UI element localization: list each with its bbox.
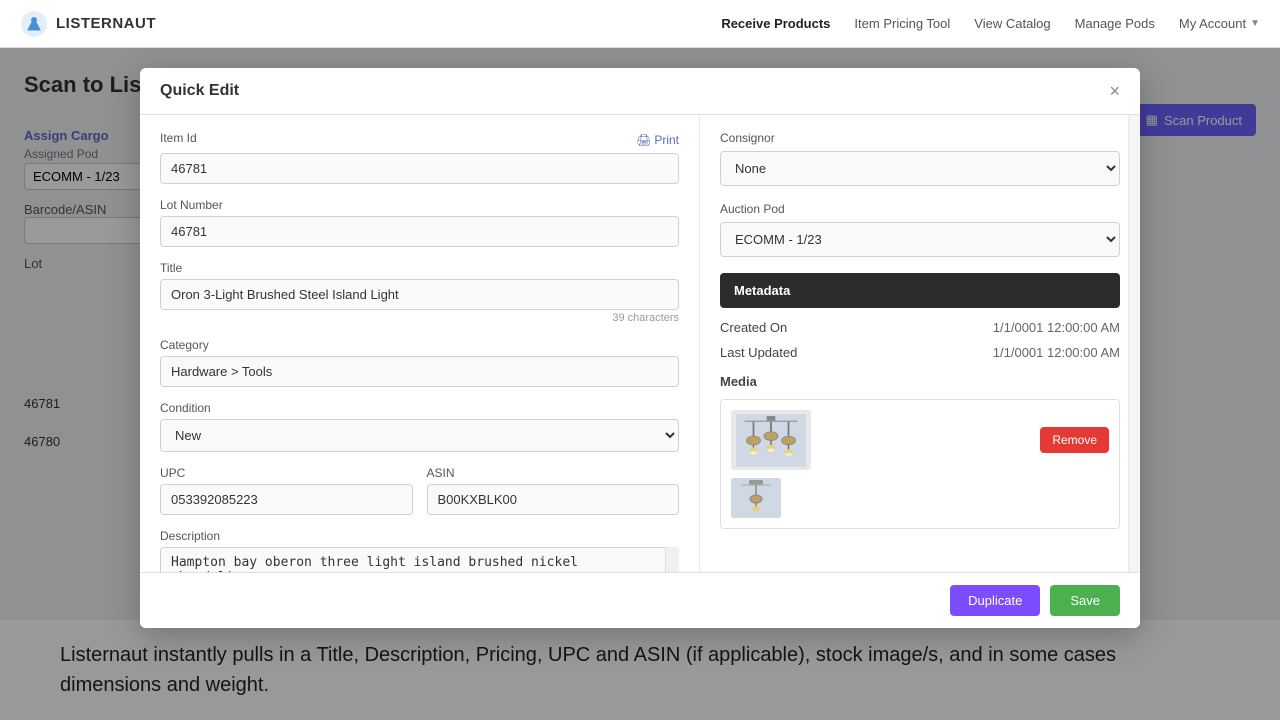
nav-links: Receive Products Item Pricing Tool View … — [721, 16, 1260, 31]
auction-pod-label: Auction Pod — [720, 202, 1120, 216]
page-background: Scan to List Assign Cargo Assigned Pod ▲… — [0, 48, 1280, 720]
media-item-2 — [731, 478, 1109, 518]
condition-label: Condition — [160, 401, 679, 415]
print-link[interactable]: 🖨 Print — [636, 133, 679, 147]
description-label: Description — [160, 529, 679, 543]
category-group: Category — [160, 338, 679, 387]
asin-label: ASIN — [427, 466, 680, 480]
metadata-header: Metadata — [720, 273, 1120, 308]
description-wrapper: Hampton bay oberon three light island br… — [160, 547, 679, 572]
consignor-group: Consignor None — [720, 131, 1120, 186]
remove-button[interactable]: Remove — [1040, 427, 1109, 453]
nav-account[interactable]: My Account ▼ — [1179, 16, 1260, 31]
upc-group: UPC — [160, 466, 413, 515]
created-on-value: 1/1/0001 12:00:00 AM — [993, 320, 1120, 335]
media-item-1: Remove — [731, 410, 1109, 470]
media-thumb-2-img — [731, 478, 781, 518]
media-container: Remove — [720, 399, 1120, 529]
media-label: Media — [720, 374, 1120, 389]
chevron-down-icon: ▼ — [1250, 18, 1260, 29]
lot-number-label: Lot Number — [160, 198, 679, 212]
auction-pod-group: Auction Pod ECOMM - 1/23 — [720, 202, 1120, 257]
item-id-label: Item Id — [160, 131, 197, 145]
description-textarea[interactable]: Hampton bay oberon three light island br… — [160, 547, 679, 572]
right-scrollbar — [1128, 115, 1140, 572]
auction-pod-select[interactable]: ECOMM - 1/23 — [720, 222, 1120, 257]
asin-input[interactable] — [427, 484, 680, 515]
top-nav: LISTERNAUT Receive Products Item Pricing… — [0, 0, 1280, 48]
logo-text: LISTERNAUT — [56, 15, 156, 32]
nav-view-catalog[interactable]: View Catalog — [974, 16, 1050, 31]
consignor-label: Consignor — [720, 131, 1120, 145]
save-button[interactable]: Save — [1050, 585, 1120, 616]
print-label: Print — [654, 133, 679, 147]
item-id-header: Item Id 🖨 Print — [160, 131, 679, 149]
nav-account-label: My Account — [1179, 16, 1246, 31]
condition-group: Condition New Like New Good Fair Poor — [160, 401, 679, 452]
last-updated-label: Last Updated — [720, 345, 797, 360]
media-thumb-1 — [731, 410, 811, 470]
media-section: Media — [720, 374, 1120, 529]
lot-number-input[interactable] — [160, 216, 679, 247]
modal-overlay: Quick Edit × Item Id 🖨 Print — [0, 48, 1280, 720]
light-image — [736, 413, 806, 468]
print-icon: 🖨 — [636, 133, 651, 147]
textarea-scrollbar — [665, 547, 679, 572]
item-id-input[interactable] — [160, 153, 679, 184]
upc-input[interactable] — [160, 484, 413, 515]
modal-body: Item Id 🖨 Print Lot Number — [140, 115, 1140, 572]
char-count: 39 characters — [160, 312, 679, 324]
logo-icon — [20, 10, 48, 38]
lot-number-group: Lot Number — [160, 198, 679, 247]
asin-group: ASIN — [427, 466, 680, 515]
media-thumb-2 — [731, 478, 781, 518]
modal-header: Quick Edit × — [140, 68, 1140, 115]
modal-close-button[interactable]: × — [1109, 82, 1120, 100]
nav-manage-pods[interactable]: Manage Pods — [1075, 16, 1155, 31]
title-label: Title — [160, 261, 679, 275]
consignor-select[interactable]: None — [720, 151, 1120, 186]
last-updated-value: 1/1/0001 12:00:00 AM — [993, 345, 1120, 360]
created-on-label: Created On — [720, 320, 787, 335]
modal-left-panel: Item Id 🖨 Print Lot Number — [140, 115, 700, 572]
created-on-row: Created On 1/1/0001 12:00:00 AM — [720, 320, 1120, 335]
item-id-group: Item Id 🖨 Print — [160, 131, 679, 184]
title-input[interactable] — [160, 279, 679, 310]
logo-area: LISTERNAUT — [20, 10, 156, 38]
category-input[interactable] — [160, 356, 679, 387]
category-label: Category — [160, 338, 679, 352]
title-group: Title 39 characters — [160, 261, 679, 324]
modal-footer: Duplicate Save — [140, 572, 1140, 628]
upc-label: UPC — [160, 466, 413, 480]
last-updated-row: Last Updated 1/1/0001 12:00:00 AM — [720, 345, 1120, 360]
nav-receive-products[interactable]: Receive Products — [721, 16, 830, 31]
quick-edit-modal: Quick Edit × Item Id 🖨 Print — [140, 68, 1140, 628]
modal-title: Quick Edit — [160, 82, 239, 100]
modal-right-panel: Consignor None Auction Pod ECOMM - 1/23 … — [700, 115, 1140, 572]
description-group: Description Hampton bay oberon three lig… — [160, 529, 679, 572]
duplicate-button[interactable]: Duplicate — [950, 585, 1040, 616]
condition-select[interactable]: New Like New Good Fair Poor — [160, 419, 679, 452]
nav-item-pricing-tool[interactable]: Item Pricing Tool — [854, 16, 950, 31]
upc-asin-row: UPC ASIN — [160, 466, 679, 529]
